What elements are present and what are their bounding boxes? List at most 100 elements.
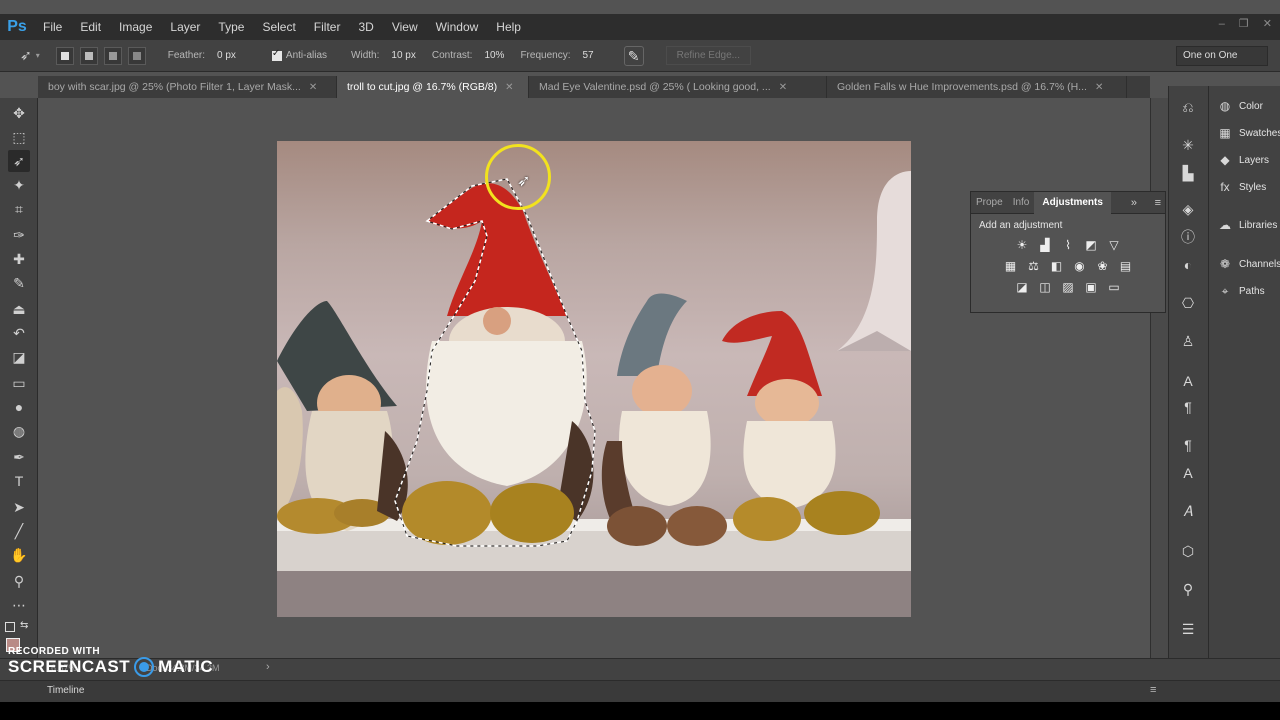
brush-tool-icon[interactable]: ✎ bbox=[8, 272, 30, 294]
feather-input[interactable]: 0 px bbox=[213, 48, 240, 63]
brush-presets-icon[interactable]: ✳ bbox=[1177, 134, 1199, 156]
tab-boy-with-scar[interactable]: boy with scar.jpg @ 25% (Photo Filter 1,… bbox=[38, 76, 337, 98]
panel-layers[interactable]: ◆ Layers bbox=[1217, 150, 1269, 170]
properties-icon[interactable]: ⎔ bbox=[1177, 292, 1199, 314]
adjustments-icon[interactable]: ◐ bbox=[1177, 254, 1199, 276]
channel-mixer-icon[interactable]: ❀ bbox=[1094, 258, 1111, 275]
blur-tool-icon[interactable]: ● bbox=[8, 396, 30, 418]
move-tool-icon[interactable]: ✥ bbox=[8, 102, 30, 124]
tool-presets-icon[interactable]: ⚲ bbox=[1177, 578, 1199, 600]
frequency-input[interactable]: 57 bbox=[578, 48, 597, 63]
color-balance-icon[interactable]: ⚖ bbox=[1025, 258, 1042, 275]
timeline-label[interactable]: Timeline bbox=[47, 685, 84, 696]
tab-golden-falls[interactable]: Golden Falls w Hue Improvements.psd @ 16… bbox=[827, 76, 1127, 98]
default-colors-icon[interactable] bbox=[5, 622, 15, 632]
menu-filter[interactable]: Filter bbox=[305, 14, 350, 40]
info-icon[interactable]: ⓘ bbox=[1177, 226, 1199, 248]
tablet-pressure-icon[interactable]: ✎ bbox=[623, 45, 644, 66]
swap-colors-icon[interactable]: ⇆ bbox=[20, 620, 28, 631]
subtract-from-selection-button[interactable] bbox=[103, 46, 122, 65]
menu-view[interactable]: View bbox=[383, 14, 427, 40]
tab-info[interactable]: Info bbox=[1008, 192, 1035, 214]
character-icon[interactable]: A bbox=[1177, 370, 1199, 392]
refine-edge-button[interactable]: Refine Edge... bbox=[665, 46, 751, 65]
intersect-selection-button[interactable] bbox=[127, 46, 146, 65]
canvas-area[interactable]: ➶ bbox=[38, 98, 1150, 658]
panel-channels[interactable]: ❁ Channels bbox=[1217, 254, 1280, 274]
more-tools-icon[interactable]: ⋯ bbox=[8, 594, 30, 616]
levels-icon[interactable]: ▟ bbox=[1037, 237, 1054, 254]
path-selection-tool-icon[interactable]: ➤ bbox=[8, 496, 30, 518]
paragraph-icon[interactable]: ¶ bbox=[1177, 396, 1199, 418]
type-tool-icon[interactable]: T bbox=[8, 470, 30, 492]
tab-adjustments[interactable]: Adjustments bbox=[1034, 191, 1111, 214]
clone-stamp-tool-icon[interactable]: ⏏ bbox=[8, 298, 30, 320]
new-selection-button[interactable] bbox=[55, 46, 74, 65]
vibrance-icon[interactable]: ▽ bbox=[1106, 237, 1123, 254]
menu-3d[interactable]: 3D bbox=[349, 14, 382, 40]
paragraph-styles-icon[interactable]: ¶ bbox=[1177, 434, 1199, 456]
eraser-tool-icon[interactable]: ◪ bbox=[8, 346, 30, 368]
curves-icon[interactable]: ⌇ bbox=[1060, 237, 1077, 254]
brightness-contrast-icon[interactable]: ☀ bbox=[1014, 237, 1031, 254]
3d-icon[interactable]: ⬡ bbox=[1177, 540, 1199, 562]
marquee-tool-icon[interactable]: ⬚ bbox=[8, 126, 30, 148]
pen-tool-icon[interactable]: ✒ bbox=[8, 446, 30, 468]
tab-troll-to-cut[interactable]: troll to cut.jpg @ 16.7% (RGB/8) ✕ bbox=[337, 76, 529, 98]
panel-paths[interactable]: ⌖ Paths bbox=[1217, 281, 1265, 301]
threshold-icon[interactable]: ▨ bbox=[1060, 279, 1077, 296]
collapse-panel-icon[interactable]: » bbox=[1131, 192, 1137, 214]
close-tab-icon[interactable]: ✕ bbox=[309, 82, 317, 93]
close-tab-icon[interactable]: ✕ bbox=[505, 82, 513, 93]
glyphs-icon[interactable]: A bbox=[1177, 462, 1199, 484]
invert-icon[interactable]: ◪ bbox=[1014, 279, 1031, 296]
black-white-icon[interactable]: ◧ bbox=[1048, 258, 1065, 275]
histogram-icon[interactable]: ▙ bbox=[1177, 162, 1199, 184]
selective-color-icon[interactable]: ▣ bbox=[1083, 279, 1100, 296]
menu-window[interactable]: Window bbox=[427, 14, 488, 40]
tab-mad-eye-valentine[interactable]: Mad Eye Valentine.psd @ 25% ( Looking go… bbox=[529, 76, 827, 98]
tool-preset-chevron-icon[interactable]: ▾ bbox=[36, 51, 40, 60]
workspace-select[interactable]: One on One bbox=[1176, 46, 1268, 66]
tab-properties[interactable]: Prope bbox=[971, 192, 1008, 214]
status-expand-icon[interactable]: › bbox=[266, 661, 270, 673]
contrast-input[interactable]: 10% bbox=[480, 48, 508, 63]
menu-type[interactable]: Type bbox=[209, 14, 253, 40]
exposure-icon[interactable]: ◩ bbox=[1083, 237, 1100, 254]
add-to-selection-button[interactable] bbox=[79, 46, 98, 65]
posterize-icon[interactable]: ◫ bbox=[1037, 279, 1054, 296]
crop-tool-icon[interactable]: ⌗ bbox=[8, 198, 30, 220]
panel-libraries[interactable]: ☁ Libraries bbox=[1217, 215, 1277, 235]
history-icon[interactable]: ⎌ bbox=[1177, 96, 1199, 118]
history-brush-tool-icon[interactable]: ↶ bbox=[8, 322, 30, 344]
vertical-scrollbar[interactable] bbox=[1150, 98, 1168, 658]
gradient-map-icon[interactable]: ▭ bbox=[1106, 279, 1123, 296]
panel-styles[interactable]: fx Styles bbox=[1217, 177, 1266, 197]
antialias-checkbox[interactable] bbox=[271, 48, 282, 61]
hand-tool-icon[interactable]: ✋ bbox=[8, 544, 30, 566]
healing-brush-tool-icon[interactable]: ✚ bbox=[8, 248, 30, 270]
panel-menu-icon[interactable]: ≡ bbox=[1155, 192, 1161, 214]
hue-saturation-icon[interactable]: ▦ bbox=[1002, 258, 1019, 275]
character-styles-icon[interactable]: ♙ bbox=[1177, 330, 1199, 352]
restore-button[interactable]: ❐ bbox=[1239, 14, 1249, 34]
menu-help[interactable]: Help bbox=[487, 14, 530, 40]
timeline-settings-icon[interactable]: ☰ bbox=[1177, 618, 1199, 640]
menu-layer[interactable]: Layer bbox=[161, 14, 209, 40]
zoom-tool-icon[interactable]: ⚲ bbox=[8, 570, 30, 592]
line-tool-icon[interactable]: ╱ bbox=[8, 520, 30, 542]
menu-image[interactable]: Image bbox=[110, 14, 161, 40]
menu-select[interactable]: Select bbox=[253, 14, 304, 40]
type-styles-icon[interactable]: 𝐴 bbox=[1177, 500, 1199, 522]
document-image[interactable]: ➶ bbox=[277, 141, 911, 617]
panel-color[interactable]: ◍ Color bbox=[1217, 96, 1263, 116]
lasso-tool-icon[interactable]: ➶ bbox=[8, 150, 30, 172]
dodge-tool-icon[interactable]: ◍ bbox=[8, 420, 30, 442]
photo-filter-icon[interactable]: ◉ bbox=[1071, 258, 1088, 275]
close-button[interactable]: ✕ bbox=[1263, 14, 1272, 34]
minimize-button[interactable]: – bbox=[1219, 14, 1225, 34]
eyedropper-tool-icon[interactable]: ✑ bbox=[8, 224, 30, 246]
navigator-icon[interactable]: ◈ bbox=[1177, 198, 1199, 220]
color-lookup-icon[interactable]: ▤ bbox=[1117, 258, 1134, 275]
gradient-tool-icon[interactable]: ▭ bbox=[8, 372, 30, 394]
